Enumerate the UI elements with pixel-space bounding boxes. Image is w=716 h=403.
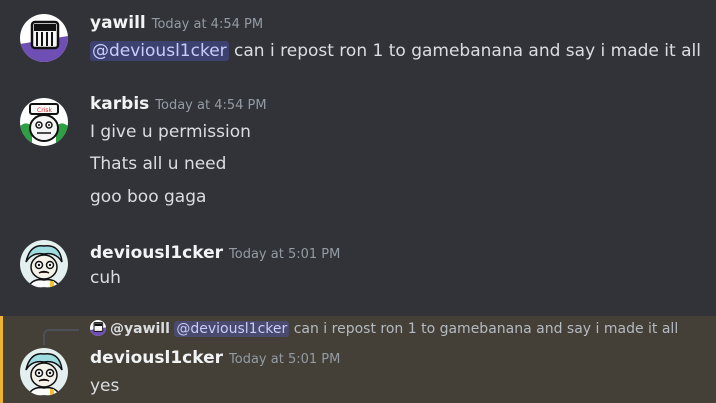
chat-message-list: yawill Today at 4:54 PM @deviousl1cker ca… — [0, 0, 716, 403]
username-yawill[interactable]: yawill — [90, 13, 146, 33]
message-timestamp[interactable]: Today at 5:01 PM — [229, 352, 340, 367]
avatar-yawill[interactable] — [20, 14, 68, 62]
message-text: I give u permission — [90, 122, 251, 142]
message-timestamp[interactable]: Today at 4:54 PM — [155, 98, 266, 113]
message-group-deviousl1cker: deviousl1cker Today at 5:01 PM cuh — [0, 230, 716, 310]
avatar-deviousl1cker[interactable] — [20, 348, 68, 396]
deviousl1cker-avatar-icon — [20, 348, 68, 396]
avatar-deviousl1cker[interactable] — [20, 240, 68, 288]
message-text: cuh — [90, 268, 121, 288]
deviousl1cker-avatar-icon — [20, 240, 68, 288]
avatar-karbis[interactable]: Crisk — [20, 98, 68, 146]
message-text: goo boo gaga — [90, 187, 207, 207]
message-content: @deviousl1cker can i repost ron 1 to gam… — [90, 41, 701, 61]
message-text: can i repost ron 1 to gamebanana and say… — [228, 41, 701, 61]
message-group-deviousl1cker-reply: deviousl1cker Today at 5:01 PM yes — [0, 316, 716, 403]
message-group-yawill: yawill Today at 4:54 PM @deviousl1cker ca… — [0, 0, 716, 80]
username-deviousl1cker[interactable]: deviousl1cker — [90, 348, 223, 368]
message-timestamp[interactable]: Today at 4:54 PM — [152, 17, 263, 32]
karbis-avatar-icon: Crisk — [20, 98, 68, 146]
yawill-avatar-icon — [20, 14, 68, 62]
message-text: Thats all u need — [90, 154, 227, 174]
message-timestamp[interactable]: Today at 5:01 PM — [229, 247, 340, 262]
user-mention[interactable]: @deviousl1cker — [90, 41, 229, 61]
username-karbis[interactable]: karbis — [90, 94, 149, 114]
svg-text:Crisk: Crisk — [37, 107, 52, 114]
message-text: yes — [90, 376, 120, 396]
message-group-karbis: Crisk karbis Today at 4:54 PM I give u pe… — [0, 82, 716, 217]
username-deviousl1cker[interactable]: deviousl1cker — [90, 243, 223, 263]
